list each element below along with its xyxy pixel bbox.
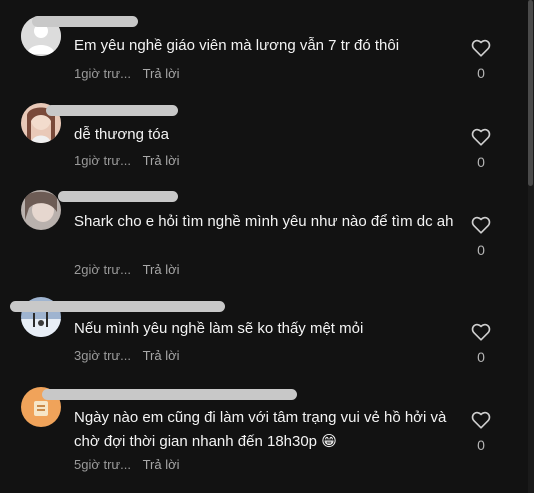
comment-text: dễ thương tóa bbox=[74, 126, 169, 143]
reply-button[interactable]: Trả lời bbox=[143, 348, 180, 363]
like-count: 0 bbox=[477, 349, 485, 365]
comment-meta: 2giờ trư... Trả lời bbox=[74, 262, 180, 277]
heart-outline-icon bbox=[471, 216, 491, 234]
reply-button[interactable]: Trả lời bbox=[143, 153, 180, 168]
redacted-username[interactable] bbox=[10, 301, 225, 312]
comment-text: Ngày nào em cũng đi làm với tâm trạng vu… bbox=[74, 409, 447, 450]
comment-time: 3giờ trư... bbox=[74, 348, 131, 363]
redacted-username[interactable] bbox=[32, 16, 138, 27]
reply-button[interactable]: Trả lời bbox=[143, 262, 180, 277]
comment-time: 1giờ trư... bbox=[74, 153, 131, 168]
comment-text: Shark cho e hỏi tìm nghề mình yêu như nà… bbox=[74, 213, 454, 230]
like-button[interactable]: 0 bbox=[469, 128, 493, 170]
comment-time: 2giờ trư... bbox=[74, 262, 131, 277]
like-button[interactable]: 0 bbox=[469, 411, 493, 453]
like-button[interactable]: 0 bbox=[469, 216, 493, 258]
heart-outline-icon bbox=[471, 411, 491, 429]
comment-text: Nếu mình yêu nghề làm sẽ ko thấy mệt mỏi bbox=[74, 320, 364, 337]
comment-text: Em yêu nghề giáo viên mà lương vẫn 7 tr … bbox=[74, 37, 400, 54]
like-count: 0 bbox=[477, 242, 485, 258]
reply-button[interactable]: Trả lời bbox=[143, 66, 180, 81]
comment-meta: 1giờ trư... Trả lời bbox=[74, 66, 180, 81]
comment-meta: 5giờ trư... Trả lời bbox=[74, 457, 180, 472]
heart-outline-icon bbox=[471, 323, 491, 341]
user-photo-icon bbox=[21, 190, 61, 230]
comment-time: 1giờ trư... bbox=[74, 66, 131, 81]
redacted-username[interactable] bbox=[42, 389, 297, 400]
comment-time: 5giờ trư... bbox=[74, 457, 131, 472]
like-button[interactable]: 0 bbox=[469, 323, 493, 365]
comment-meta: 1giờ trư... Trả lời bbox=[74, 153, 180, 168]
redacted-username[interactable] bbox=[58, 191, 178, 202]
heart-outline-icon bbox=[471, 128, 491, 146]
heart-outline-icon bbox=[471, 39, 491, 57]
redacted-username[interactable] bbox=[46, 105, 178, 116]
avatar[interactable] bbox=[21, 190, 61, 230]
comment-meta: 3giờ trư... Trả lời bbox=[74, 348, 180, 363]
like-count: 0 bbox=[477, 437, 485, 453]
scrollbar-track[interactable] bbox=[528, 0, 534, 493]
reply-button[interactable]: Trả lời bbox=[143, 457, 180, 472]
scrollbar-thumb[interactable] bbox=[528, 0, 533, 186]
like-count: 0 bbox=[477, 154, 485, 170]
like-button[interactable]: 0 bbox=[469, 39, 493, 81]
like-count: 0 bbox=[477, 65, 485, 81]
